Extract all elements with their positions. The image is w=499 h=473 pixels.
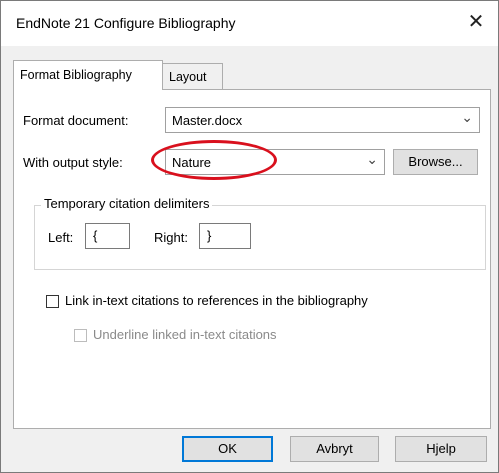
underline-citations-checkbox[interactable] (74, 329, 87, 342)
tab-layout[interactable]: Layout (162, 63, 223, 89)
delimiters-group: Temporary citation delimiters Left: { Ri… (34, 196, 486, 270)
tab-format-bibliography[interactable]: Format Bibliography (13, 60, 163, 90)
delimiters-group-label: Temporary citation delimiters (41, 196, 213, 211)
chevron-down-icon: ⌄ (366, 151, 378, 167)
help-button[interactable]: Hjelp (395, 436, 487, 462)
link-citations-label[interactable]: Link in-text citations to references in … (65, 293, 368, 308)
left-delimiter-label: Left: (48, 230, 74, 245)
output-style-label: With output style: (23, 155, 123, 170)
close-icon[interactable]: ✕ (464, 10, 488, 34)
underline-citations-label: Underline linked in-text citations (93, 327, 277, 342)
tab-panel: Format document: Master.docx ⌄ With outp… (13, 89, 491, 429)
annotation-ellipse (151, 140, 277, 180)
format-document-value: Master.docx (172, 113, 243, 128)
window-title: EndNote 21 Configure Bibliography (16, 15, 236, 31)
cancel-button[interactable]: Avbryt (290, 436, 379, 462)
ok-button[interactable]: OK (182, 436, 273, 462)
format-document-label: Format document: (23, 113, 129, 128)
right-delimiter-value: } (207, 228, 212, 243)
right-delimiter-label: Right: (154, 230, 188, 245)
left-delimiter-input[interactable]: { (85, 223, 130, 249)
left-delimiter-value: { (93, 228, 98, 243)
format-document-select[interactable]: Master.docx ⌄ (165, 107, 480, 133)
link-citations-checkbox[interactable] (46, 295, 59, 308)
browse-button[interactable]: Browse... (393, 149, 478, 175)
title-bar: EndNote 21 Configure Bibliography ✕ (1, 1, 498, 46)
right-delimiter-input[interactable]: } (199, 223, 251, 249)
chevron-down-icon: ⌄ (461, 109, 473, 125)
configure-bibliography-dialog: EndNote 21 Configure Bibliography ✕ Form… (0, 0, 499, 473)
